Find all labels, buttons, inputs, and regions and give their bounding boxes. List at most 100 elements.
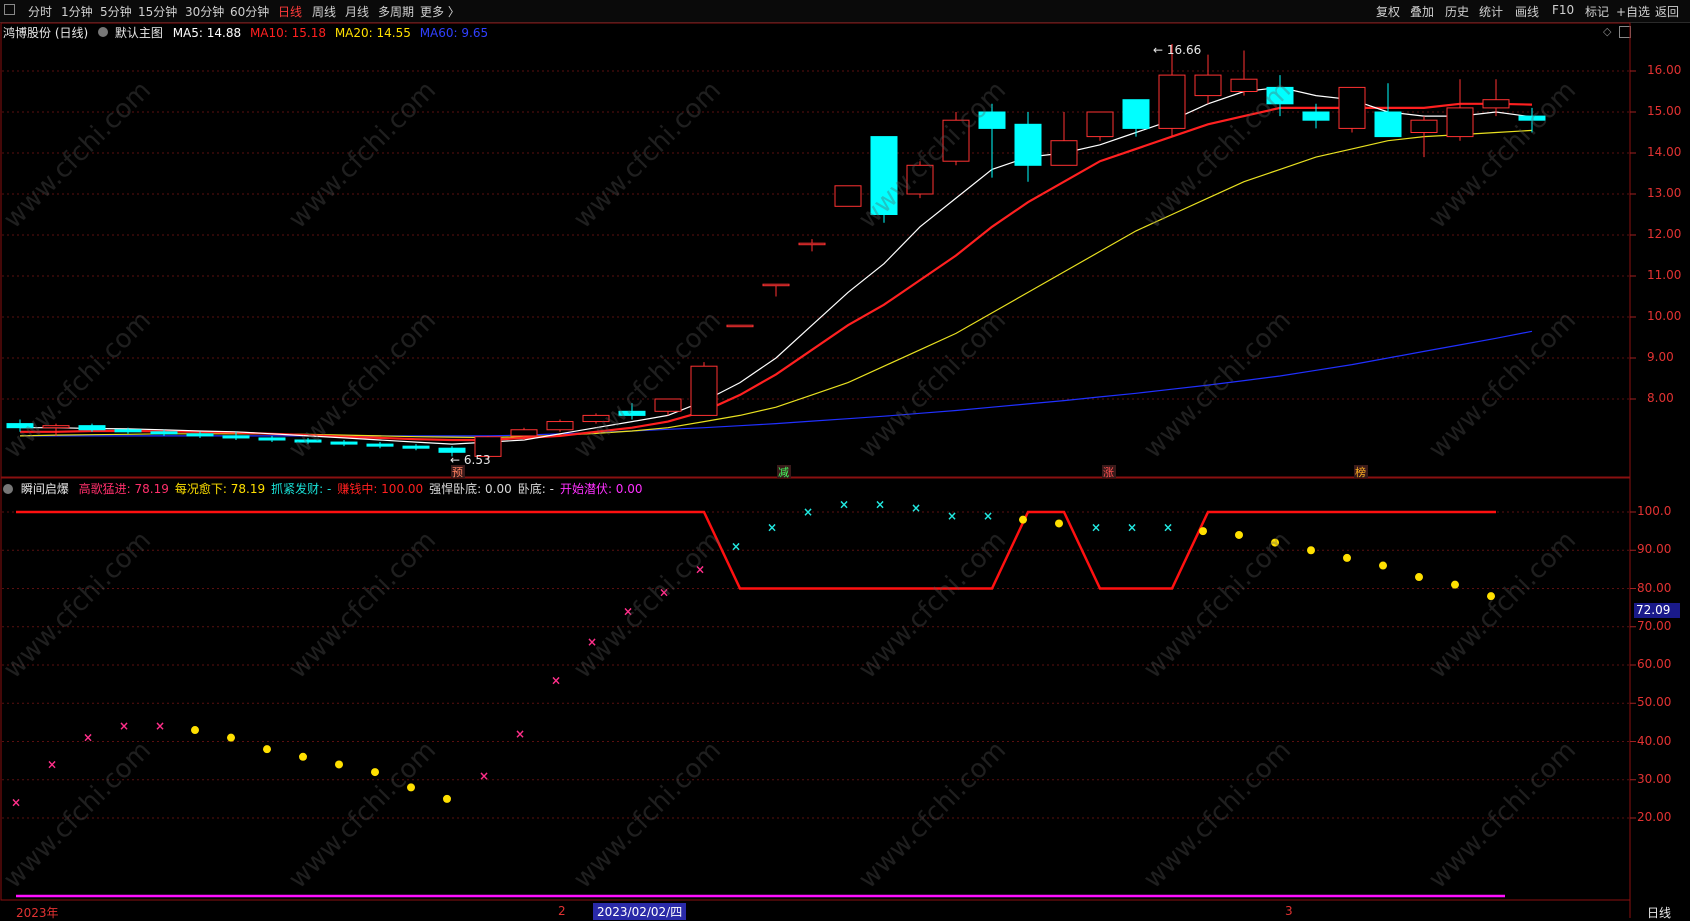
yellow-point <box>371 768 379 777</box>
month-2-label: 2 <box>558 904 566 918</box>
yellow-point <box>227 733 235 742</box>
candle-body <box>1374 111 1402 138</box>
candle-body <box>690 365 718 416</box>
indicator-name[interactable]: 瞬间启爆 <box>21 482 69 496</box>
cyan-point: × <box>1127 520 1137 534</box>
candle-body <box>150 431 178 435</box>
low-marker: ← 6.53 <box>450 453 491 467</box>
yellow-point <box>1415 573 1423 582</box>
indicator-field-2: 抓紧发财: - <box>271 482 332 496</box>
candle-body <box>798 242 826 246</box>
pink-point: × <box>83 731 93 745</box>
high-marker: ← 16.66 <box>1153 43 1201 57</box>
indicator-field-1: 每况愈下: 78.19 <box>174 482 266 496</box>
cyan-point: × <box>731 539 741 553</box>
indicator-tick-label: 70.00 <box>1637 618 1672 633</box>
yellow-point <box>1343 553 1351 562</box>
candle-body <box>1050 140 1078 166</box>
candle-body <box>258 437 286 441</box>
signal-label: 榜 <box>1355 465 1366 479</box>
price-tick-label: 14.00 <box>1647 145 1682 159</box>
indicator-frame <box>0 477 1631 901</box>
candle-body <box>438 447 466 453</box>
cyan-point: × <box>911 501 921 515</box>
candle-body <box>330 441 358 445</box>
candle-body <box>366 443 394 447</box>
cyan-point: × <box>839 497 849 511</box>
pink-point: × <box>479 769 489 783</box>
date-axis: 2023年 2 2023/02/02/四 3 日线 <box>0 901 1690 921</box>
candle-body <box>1302 111 1330 121</box>
candle-body <box>1014 123 1042 166</box>
price-tick-label: 10.00 <box>1647 309 1682 323</box>
candle-body <box>654 398 682 412</box>
indicator-tick-label: 80.00 <box>1637 580 1672 595</box>
candle-body <box>1338 86 1366 129</box>
yellow-point <box>1055 519 1063 528</box>
price-tick-label: 12.00 <box>1647 227 1682 241</box>
yellow-point <box>263 745 271 754</box>
candle-body <box>546 421 574 431</box>
pink-point: × <box>11 796 21 810</box>
price-tick-label: 16.00 <box>1647 63 1682 77</box>
current-value-tag: 72.09 <box>1634 603 1680 618</box>
cyan-point: × <box>875 497 885 511</box>
candle-body <box>1230 78 1258 92</box>
candle-body <box>762 283 790 287</box>
indicator-tick-label: 60.00 <box>1637 657 1672 671</box>
candle-body <box>78 425 106 431</box>
ma5-line <box>20 86 1533 445</box>
yellow-point <box>191 726 199 735</box>
candle-body <box>1158 74 1186 129</box>
cyan-point: × <box>1163 520 1173 534</box>
cyan-point: × <box>947 509 957 523</box>
indicator-settings-icon[interactable] <box>3 484 13 494</box>
indicator-tick-label: 100.0 <box>1637 504 1672 518</box>
yellow-point <box>1235 530 1243 539</box>
signal-label: 预 <box>452 466 463 479</box>
candle-body <box>510 429 538 437</box>
yellow-point <box>1379 561 1387 570</box>
candle-body <box>1122 99 1150 129</box>
current-value: 72.09 <box>1636 603 1671 617</box>
indicator-tick-label: 20.00 <box>1637 810 1672 824</box>
indicator-field-0: 高歌猛进: 78.19 <box>78 482 169 496</box>
indicator-tick-label: 30.00 <box>1637 771 1672 786</box>
main-frame <box>0 22 1631 478</box>
indicator-field-3: 赚钱中: 100.00 <box>337 482 424 496</box>
price-tick-label: 15.00 <box>1647 104 1682 118</box>
cyan-point: × <box>1091 520 1101 534</box>
yellow-point <box>1307 546 1315 555</box>
price-tick-label: 11.00 <box>1647 268 1682 282</box>
year-label: 2023年 <box>16 906 59 920</box>
price-chart[interactable]: ×××× ×××××××××××× × ×× ×× × × ← 16.66← 6.53预减涨… <box>0 0 1690 919</box>
pink-point: × <box>119 719 129 733</box>
signal-label: 减 <box>778 466 789 479</box>
pink-point: × <box>155 719 165 733</box>
ma10-line <box>20 102 1533 442</box>
candle-body <box>1086 111 1114 138</box>
cyan-point: × <box>767 520 777 534</box>
indicator-field-5: 卧底: - <box>517 482 554 496</box>
candle-body <box>1194 74 1222 97</box>
candle-body <box>114 429 142 433</box>
cyan-point: × <box>983 509 993 523</box>
candle-body <box>1446 107 1474 138</box>
price-tick-label: 8.00 <box>1647 391 1674 405</box>
signal-label: 涨 <box>1103 466 1114 479</box>
cursor-date: 2023/02/02/四 <box>593 903 687 920</box>
yellow-point <box>335 760 343 769</box>
cyan-point: × <box>803 505 813 519</box>
candle-body <box>1482 99 1510 109</box>
period-label[interactable]: 日线 <box>1647 904 1671 921</box>
pink-point: × <box>47 757 57 771</box>
yellow-point <box>1019 515 1027 524</box>
month-3-label: 3 <box>1285 904 1293 918</box>
candle-body <box>222 435 250 439</box>
yellow-point <box>443 794 451 803</box>
indicator-info: 瞬间启爆 高歌猛进: 78.19 每况愈下: 78.19 抓紧发财: - 赚钱中: 1… <box>3 480 643 497</box>
indicator-tick-label: 90.00 <box>1637 542 1672 557</box>
candle-body <box>402 445 430 449</box>
price-tick-label: 9.00 <box>1647 350 1674 364</box>
indicator-field-4: 强悍卧底: 0.00 <box>429 482 512 496</box>
